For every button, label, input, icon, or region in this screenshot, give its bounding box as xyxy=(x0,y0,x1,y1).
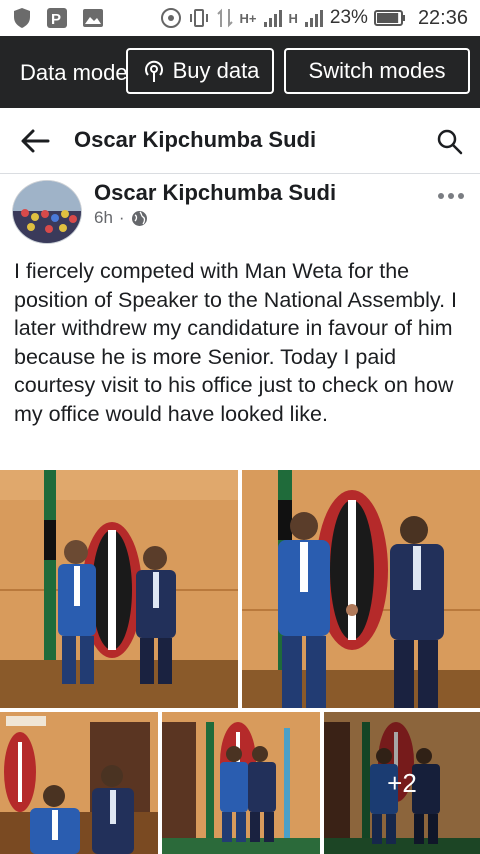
globe-icon xyxy=(131,210,147,226)
switch-modes-button[interactable]: Switch modes xyxy=(284,48,470,94)
post-author[interactable]: Oscar Kipchumba Sudi xyxy=(94,180,336,206)
parking-icon: P xyxy=(47,8,67,28)
buy-data-label: Buy data xyxy=(172,58,260,83)
network-type-2: H xyxy=(288,10,298,26)
back-arrow-icon[interactable] xyxy=(20,128,50,154)
status-bar: P H+ H 23% 22:36 xyxy=(0,0,480,36)
hotspot-icon xyxy=(160,8,181,28)
post-photo-4[interactable] xyxy=(162,712,320,854)
post-time: 6h xyxy=(94,208,113,227)
post-photo-1[interactable] xyxy=(0,470,238,708)
data-mode-banner: Data mode Buy data Switch modes xyxy=(0,36,480,108)
shield-icon xyxy=(14,8,30,28)
image-icon xyxy=(83,9,103,27)
signal-icon xyxy=(263,10,282,27)
clock: 22:36 xyxy=(417,6,468,29)
vibrate-icon xyxy=(189,9,208,27)
switch-modes-label: Switch modes xyxy=(308,58,446,83)
network-type-1: H+ xyxy=(239,10,257,26)
post-photo-3[interactable] xyxy=(0,712,158,854)
data-mode-title: Data mode xyxy=(20,60,126,85)
battery-percent: 23% xyxy=(329,7,368,28)
search-icon[interactable] xyxy=(436,128,464,156)
more-options-icon[interactable] xyxy=(438,193,468,207)
battery-icon xyxy=(373,10,405,26)
svg-text:P: P xyxy=(51,11,61,28)
signal-icon-2 xyxy=(304,10,323,27)
post-photo-2[interactable] xyxy=(242,470,480,708)
buy-data-button[interactable]: Buy data xyxy=(126,48,274,94)
post-meta: 6h · xyxy=(94,208,148,228)
more-photos-count[interactable]: +2 xyxy=(324,712,480,854)
meta-separator: · xyxy=(118,208,125,227)
page-header: Oscar Kipchumba Sudi xyxy=(0,108,480,174)
page-title: Oscar Kipchumba Sudi xyxy=(74,127,317,152)
avatar[interactable] xyxy=(12,180,82,244)
post-text: I fiercely competed with Man Weta for th… xyxy=(14,259,457,426)
data-transfer-icon xyxy=(216,8,233,28)
broadcast-icon xyxy=(144,60,163,82)
